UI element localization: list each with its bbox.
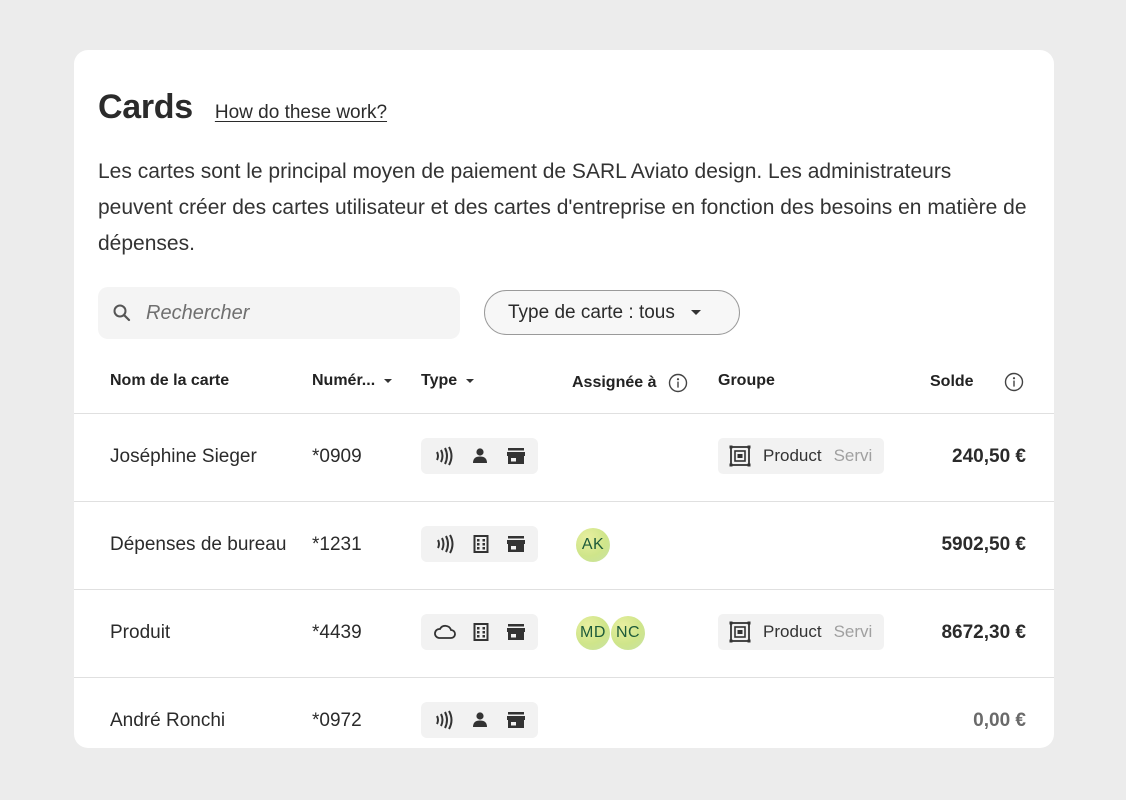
- card-number: *1231: [312, 533, 362, 555]
- help-link[interactable]: How do these work?: [215, 102, 387, 124]
- search-input[interactable]: [144, 300, 428, 326]
- card-type-filter[interactable]: Type de carte : tous: [484, 290, 740, 335]
- avatar[interactable]: MD: [576, 616, 610, 650]
- contactless-icon: [434, 534, 456, 554]
- col-header-group: Groupe: [718, 372, 775, 389]
- group-sub: Servi: [833, 622, 873, 641]
- person-icon: [471, 447, 489, 465]
- contactless-icon: [433, 446, 455, 466]
- group-icon: [729, 621, 751, 643]
- sort-caret-icon: [466, 379, 475, 383]
- table-row[interactable]: Dépenses de bureau *1231 AK 5902,50 €: [74, 501, 1054, 588]
- search-box[interactable]: [98, 287, 460, 339]
- table-row[interactable]: André Ronchi *0972 0,00 €: [74, 677, 1054, 748]
- card-type-icons: [421, 438, 538, 474]
- col-header-name[interactable]: Nom de la carte: [110, 372, 229, 390]
- col-header-type[interactable]: Type: [421, 372, 475, 390]
- balance: 5902,50 €: [941, 533, 1026, 555]
- balance: 0,00 €: [973, 709, 1026, 731]
- card-name: Produit: [110, 621, 171, 643]
- card-type-icons: [421, 526, 538, 562]
- card-name: Joséphine Sieger: [110, 445, 257, 467]
- building-icon: [473, 623, 489, 641]
- card-number: *4439: [312, 621, 362, 643]
- page-title: Cards: [98, 88, 193, 126]
- avatar[interactable]: NC: [611, 616, 645, 650]
- caret-down-icon: [690, 310, 701, 315]
- building-icon: [473, 535, 489, 553]
- col-header-balance: Solde: [930, 372, 1024, 392]
- store-icon: [506, 711, 526, 729]
- table-row[interactable]: Produit *4439 MD NC Product Servi 8672,3…: [74, 589, 1054, 676]
- cards-panel: Cards How do these work? Les cartes sont…: [74, 50, 1054, 748]
- group-sub: Servi: [833, 446, 873, 465]
- sort-caret-icon: [384, 379, 393, 383]
- info-icon[interactable]: [668, 373, 688, 393]
- filter-label: Type de carte : tous: [508, 301, 675, 323]
- card-name: André Ronchi: [110, 709, 226, 731]
- group-icon: [729, 445, 751, 467]
- group-chip[interactable]: Product Servi: [718, 614, 884, 650]
- col-header-assigned: Assignée à: [572, 373, 688, 393]
- avatar[interactable]: AK: [576, 528, 610, 562]
- page-description: Les cartes sont le principal moyen de pa…: [98, 160, 1027, 255]
- balance: 8672,30 €: [941, 621, 1026, 643]
- group-name: Product: [763, 446, 822, 465]
- title-row: Cards How do these work?: [98, 88, 387, 127]
- cloud-icon: [433, 623, 457, 641]
- table-row[interactable]: Joséphine Sieger *0909 Product Servi 240…: [74, 413, 1054, 500]
- card-name: Dépenses de bureau: [110, 533, 287, 555]
- store-icon: [506, 447, 526, 465]
- group-name: Product: [763, 622, 822, 641]
- person-icon: [471, 711, 489, 729]
- store-icon: [506, 535, 526, 553]
- card-type-icons: [421, 614, 538, 650]
- search-icon: [113, 304, 131, 322]
- balance: 240,50 €: [952, 445, 1026, 467]
- card-number: *0909: [312, 445, 362, 467]
- info-icon[interactable]: [1004, 372, 1024, 392]
- col-header-number[interactable]: Numér...: [312, 372, 393, 390]
- card-type-icons: [421, 702, 538, 738]
- store-icon: [506, 623, 526, 641]
- card-number: *0972: [312, 709, 362, 731]
- contactless-icon: [433, 710, 455, 730]
- group-chip[interactable]: Product Servi: [718, 438, 884, 474]
